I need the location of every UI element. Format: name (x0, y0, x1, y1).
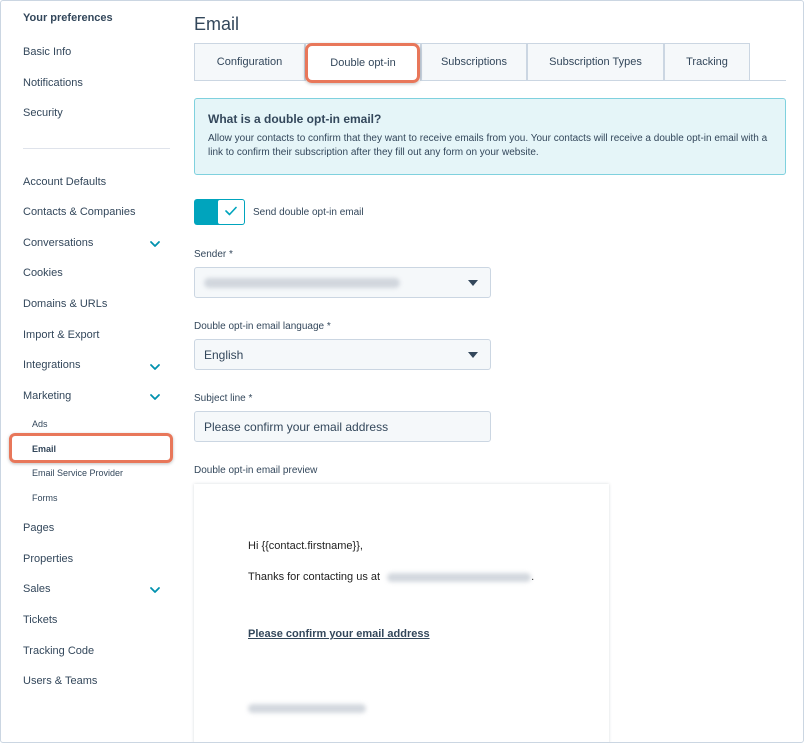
sidebar-item-domains-urls[interactable]: Domains & URLs (23, 298, 107, 310)
sidebar-subitem-ads[interactable]: Ads (32, 419, 48, 429)
sidebar-item-tickets[interactable]: Tickets (23, 614, 57, 626)
subject-input[interactable]: Please confirm your email address (194, 411, 491, 442)
sidebar-item-pages[interactable]: Pages (23, 522, 54, 534)
preview-greeting: Hi {{contact.firstname}}, (248, 540, 363, 552)
sidebar-divider (23, 148, 170, 149)
info-callout: What is a double opt-in email? Allow you… (194, 98, 786, 175)
sidebar-subitem-email-service-provider[interactable]: Email Service Provider (32, 468, 123, 478)
chevron-down-icon[interactable] (149, 584, 161, 596)
preview-label: Double opt-in email preview (194, 465, 318, 476)
sidebar-heading: Your preferences (23, 12, 113, 24)
email-preview: Hi {{contact.firstname}}, Thanks for con… (194, 484, 609, 742)
sidebar-item-marketing[interactable]: Marketing (23, 390, 71, 402)
sidebar-item-contacts-companies[interactable]: Contacts & Companies (23, 206, 136, 218)
check-icon (225, 203, 237, 221)
caret-down-icon (468, 280, 478, 286)
preview-thanks-line: Thanks for contacting us at . (248, 571, 534, 583)
tab-highlight-outline (305, 43, 420, 83)
subject-value: Please confirm your email address (204, 419, 389, 434)
sidebar-item-security[interactable]: Security (23, 107, 63, 119)
chevron-down-icon[interactable] (149, 238, 161, 250)
sidebar-item-users-teams[interactable]: Users & Teams (23, 675, 97, 687)
sidebar-subitem-forms[interactable]: Forms (32, 493, 58, 503)
tab-configuration[interactable]: Configuration (194, 43, 305, 80)
sidebar-item-tracking-code[interactable]: Tracking Code (23, 645, 94, 657)
sidebar-item-integrations[interactable]: Integrations (23, 359, 80, 371)
sidebar-item-notifications[interactable]: Notifications (23, 77, 83, 89)
preview-confirm-link[interactable]: Please confirm your email address (248, 628, 430, 640)
preview-thanks-text: Thanks for contacting us at (248, 571, 381, 583)
tab-bar: Configuration Double opt-in Subscription… (194, 43, 786, 81)
chevron-down-icon[interactable] (149, 361, 161, 373)
language-label: Double opt-in email language * (194, 321, 331, 332)
sidebar-item-account-defaults[interactable]: Account Defaults (23, 176, 106, 188)
sender-select[interactable] (194, 267, 491, 298)
caret-down-icon (468, 352, 478, 358)
sidebar-item-conversations[interactable]: Conversations (23, 237, 93, 249)
email-highlight-outline (9, 433, 173, 463)
sender-label: Sender * (194, 249, 233, 260)
tab-subscriptions[interactable]: Subscriptions (421, 43, 527, 80)
tab-subscription-types[interactable]: Subscription Types (527, 43, 664, 80)
toggle-label: Send double opt-in email (253, 207, 364, 218)
settings-window: Your preferences Basic Info Notification… (0, 0, 804, 743)
tab-tracking[interactable]: Tracking (664, 43, 750, 80)
info-body: Allow your contacts to confirm that they… (208, 133, 768, 158)
redacted-sender-value (204, 277, 400, 288)
settings-sidebar: Your preferences Basic Info Notification… (1, 1, 186, 742)
chevron-down-icon[interactable] (149, 391, 161, 403)
info-heading: What is a double opt-in email? (208, 112, 382, 126)
toggle-knob (218, 200, 244, 224)
sidebar-item-properties[interactable]: Properties (23, 553, 73, 565)
sidebar-item-cookies[interactable]: Cookies (23, 267, 63, 279)
language-select[interactable]: English (194, 339, 491, 370)
preview-signature (248, 702, 366, 714)
language-value: English (204, 347, 244, 362)
sidebar-item-import-export[interactable]: Import & Export (23, 329, 99, 341)
sidebar-item-sales[interactable]: Sales (23, 583, 51, 595)
preview-period: . (531, 571, 535, 583)
redacted-email-address (387, 572, 532, 582)
double-opt-in-toggle[interactable] (194, 199, 245, 225)
redacted-signature (248, 703, 366, 713)
page-title: Email (194, 14, 240, 34)
subject-label: Subject line * (194, 393, 253, 404)
sidebar-item-basic-info[interactable]: Basic Info (23, 46, 71, 58)
